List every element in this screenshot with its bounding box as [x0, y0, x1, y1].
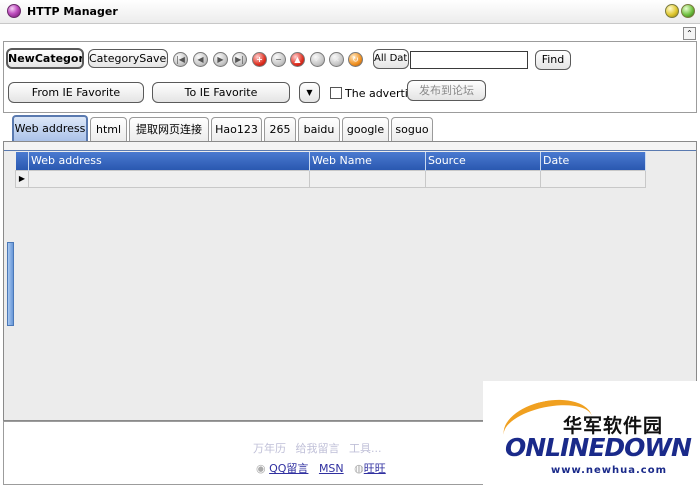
post-to-forum-button[interactable]: 发布到论坛 — [407, 80, 486, 101]
tab-soguo[interactable]: soguo — [391, 117, 433, 141]
find-button[interactable]: Find — [535, 50, 571, 70]
window-title: HTTP Manager — [27, 5, 118, 18]
cell-source[interactable] — [425, 169, 541, 188]
prev-icon[interactable]: ◀ — [193, 52, 208, 67]
confirm-icon[interactable]: ✓ — [310, 52, 325, 67]
qq-icon: ◉ — [256, 462, 266, 475]
grid-panel: Web address Web Name Source Date ▶ — [3, 141, 697, 421]
wangwang-link[interactable]: 旺旺 — [364, 462, 386, 475]
tab-265[interactable]: 265 — [264, 117, 296, 141]
cell-date[interactable] — [540, 169, 646, 188]
column-header-source[interactable]: Source — [425, 152, 541, 170]
table-row[interactable]: ▶ — [15, 169, 646, 188]
dropdown-arrow-icon[interactable]: ▼ — [299, 82, 320, 103]
tab-hao123[interactable]: Hao123 — [211, 117, 262, 141]
column-header-date[interactable]: Date — [540, 152, 646, 170]
minimize-icon[interactable] — [665, 4, 679, 18]
column-header-web-name[interactable]: Web Name — [309, 152, 426, 170]
app-icon — [7, 4, 21, 18]
tab-html[interactable]: html — [90, 117, 127, 141]
cell-web-address[interactable] — [28, 169, 310, 188]
logo-url-text: www.newhua.com — [551, 465, 668, 476]
footer-links-row: 万年历 给我留言 工具... — [253, 440, 388, 456]
grid-top-border — [4, 142, 696, 151]
msn-link[interactable]: MSN — [319, 462, 344, 475]
close-icon[interactable] — [681, 4, 695, 18]
up-icon[interactable]: ▲ — [290, 52, 305, 67]
new-category-button[interactable]: NewCategory — [6, 48, 84, 69]
qq-message-link[interactable]: QQ留言 — [269, 462, 308, 475]
wangwang-icon: ◍ — [354, 462, 364, 475]
contact-links-row: ◉ QQ留言 MSN ◍旺旺 — [256, 460, 386, 476]
tools-link[interactable]: 工具... — [349, 442, 382, 455]
tab-google[interactable]: google — [342, 117, 389, 141]
collapse-up-icon[interactable]: ⌃ — [683, 27, 696, 40]
side-panel-handle[interactable] — [7, 242, 14, 326]
cell-web-name[interactable] — [309, 169, 426, 188]
watermark-logo: 华军软件园 ONLINEDOWN www.newhua.com — [483, 381, 700, 487]
tab-baidu[interactable]: baidu — [298, 117, 340, 141]
tab-web-address[interactable]: Web address — [12, 115, 88, 142]
row-pointer-icon: ▶ — [15, 169, 29, 188]
add-icon[interactable]: + — [252, 52, 267, 67]
first-icon[interactable]: |◀ — [173, 52, 188, 67]
from-ie-favorite-button[interactable]: From IE Favorite — [8, 82, 144, 103]
data-grid[interactable]: Web address Web Name Source Date ▶ — [15, 152, 646, 188]
grid-header-row: Web address Web Name Source Date — [15, 152, 646, 170]
to-ie-favorite-button[interactable]: To IE Favorite — [152, 82, 290, 103]
refresh-icon[interactable]: ↻ — [348, 52, 363, 67]
delete-icon[interactable]: − — [271, 52, 286, 67]
tab-extract-links[interactable]: 提取网页连接 — [129, 117, 209, 141]
column-header-web-address[interactable]: Web address — [28, 152, 310, 170]
title-bar: HTTP Manager — [0, 0, 700, 24]
advertiser-checkbox[interactable] — [330, 87, 342, 99]
category-saves-button[interactable]: CategorySaves — [88, 49, 168, 68]
calendar-link[interactable]: 万年历 — [253, 442, 286, 455]
all-data-button[interactable]: All Data — [373, 49, 409, 69]
row-header-corner — [15, 152, 29, 170]
last-icon[interactable]: ▶| — [232, 52, 247, 67]
advertiser-label: The advertiser — [345, 87, 407, 100]
message-link[interactable]: 给我留言 — [296, 442, 340, 455]
cancel-icon[interactable]: ✕ — [329, 52, 344, 67]
logo-en-text: ONLINEDOWN — [505, 433, 692, 462]
search-input[interactable] — [410, 51, 528, 69]
next-icon[interactable]: ▶ — [213, 52, 228, 67]
